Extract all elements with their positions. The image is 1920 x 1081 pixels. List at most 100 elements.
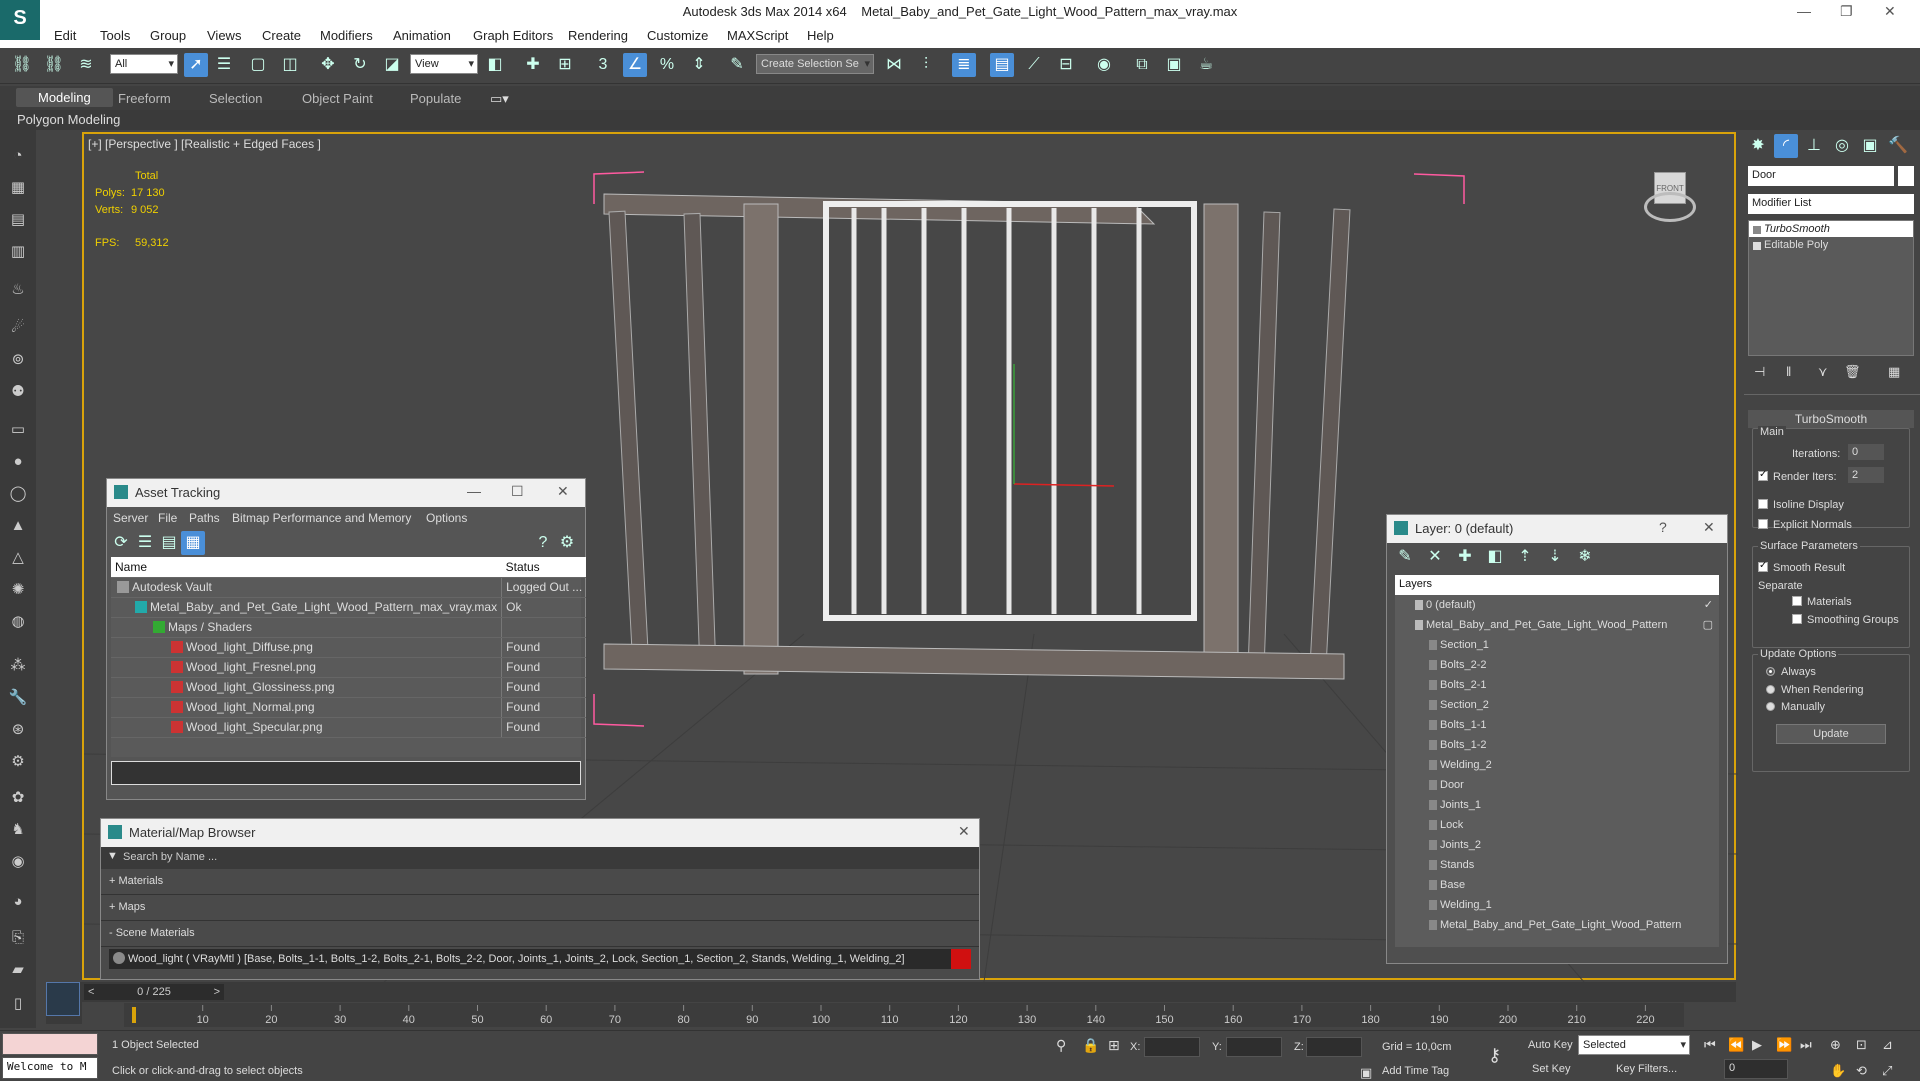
restore-icon[interactable]: ❐ xyxy=(1840,3,1853,20)
render-iters-checkbox[interactable] xyxy=(1758,469,1768,481)
scale-icon[interactable]: ◪ xyxy=(380,53,404,77)
maximize-viewport-icon[interactable]: ⤢ xyxy=(1882,1063,1892,1079)
list-item[interactable]: Joints_1 xyxy=(1395,795,1719,815)
filter-icon[interactable]: ▼ xyxy=(107,850,118,862)
asset-menu-options[interactable]: Options xyxy=(426,511,467,525)
create-tab-icon[interactable]: ✸ xyxy=(1746,134,1770,158)
plus-icon[interactable] xyxy=(1753,242,1761,250)
make-unique-icon[interactable]: ⋎ xyxy=(1818,364,1828,380)
link-icon[interactable]: ⛓ xyxy=(10,53,34,77)
render-iters-spinner[interactable]: 2 xyxy=(1848,467,1884,483)
scene-material-item[interactable]: Wood_light ( VRayMtl ) [Base, Bolts_1-1,… xyxy=(109,949,971,969)
goto-end-icon[interactable]: ⏭ xyxy=(1800,1037,1812,1053)
display-tab-icon[interactable]: ▣ xyxy=(1858,134,1882,158)
menu-tools[interactable]: Tools xyxy=(100,28,130,43)
table-row[interactable]: Maps / Shaders xyxy=(111,617,587,638)
hide-all-icon[interactable]: ⇣ xyxy=(1543,545,1567,569)
script-icon[interactable]: ⎘ xyxy=(6,926,30,950)
select-manipulate-icon[interactable]: ✚ xyxy=(521,53,545,77)
move-icon[interactable]: ✥ xyxy=(316,53,340,77)
object-name-field[interactable]: Door xyxy=(1748,166,1894,186)
schematic-view-icon[interactable]: ⊟ xyxy=(1054,53,1078,77)
helpers-icon[interactable]: ⚉ xyxy=(6,380,30,404)
viewport-layout-icon[interactable]: ◔ xyxy=(6,144,30,168)
cone-icon[interactable]: △ xyxy=(6,546,30,570)
maxscript-listener[interactable] xyxy=(2,1033,98,1055)
sphere-icon[interactable]: ● xyxy=(6,450,30,474)
viewport-label[interactable]: [+] [Perspective ] [Realistic + Edged Fa… xyxy=(88,137,321,151)
list-item[interactable]: Bolts_2-2 xyxy=(1395,655,1719,675)
asset-menu-paths[interactable]: Paths xyxy=(189,511,220,525)
mat-search-input[interactable]: Search by Name ... xyxy=(123,851,217,863)
utilities-tab-icon[interactable]: 🔨 xyxy=(1886,134,1910,158)
play-icon[interactable]: ▶ xyxy=(1752,1037,1762,1053)
table-row[interactable]: Wood_light_Normal.png Found xyxy=(111,697,587,718)
new-layer-icon[interactable]: ✎ xyxy=(1393,545,1417,569)
list-item[interactable]: Lock xyxy=(1395,815,1719,835)
angle-snap-icon[interactable]: ∠ xyxy=(623,53,647,77)
viewcube[interactable]: FRONT xyxy=(1644,172,1696,228)
rendered-frame-icon[interactable]: ▣ xyxy=(1162,53,1186,77)
named-selection-dropdown[interactable]: Create Selection Se xyxy=(756,54,874,74)
absolute-mode-icon[interactable]: ⊞ xyxy=(1108,1037,1120,1054)
list-item[interactable]: Bolts_1-1 xyxy=(1395,715,1719,735)
motion-tab-icon[interactable]: ◎ xyxy=(1830,134,1854,158)
mirror-icon[interactable]: ⋈ xyxy=(882,53,906,77)
select-layer-icon[interactable]: ◧ xyxy=(1483,545,1507,569)
track-bar[interactable]: 10 20 30 40 50 60 70 80 90 100 110 120 130 140 150 160 1… xyxy=(124,1003,1684,1027)
freeze-all-icon[interactable]: ❄ xyxy=(1573,545,1597,569)
asset-menu-bitmap[interactable]: Bitmap Performance and Memory xyxy=(232,511,411,525)
tab-freeform[interactable]: Freeform xyxy=(118,91,171,106)
key-icon[interactable]: ⚷ xyxy=(1488,1045,1501,1066)
table-row[interactable]: Autodesk Vault Logged Out ... xyxy=(111,577,587,598)
list-item[interactable]: Welding_2 xyxy=(1395,755,1719,775)
explicit-normals-checkbox[interactable]: Explicit Normals xyxy=(1758,519,1852,531)
orbit-icon[interactable]: ⟲ xyxy=(1856,1063,1867,1079)
particle-icon[interactable]: ⊛ xyxy=(6,718,30,742)
show-end-result-icon[interactable]: ‖ xyxy=(1786,364,1791,379)
list-item[interactable]: Metal_Baby_and_Pet_Gate_Light_Wood_Patte… xyxy=(1395,915,1719,935)
update-button[interactable]: Update xyxy=(1776,724,1886,744)
menu-create[interactable]: Create xyxy=(262,28,301,43)
pan-icon[interactable]: ✋ xyxy=(1830,1063,1846,1079)
list-item[interactable]: Metal_Baby_and_Pet_Gate_Light_Wood_Patte… xyxy=(1395,615,1719,635)
edit-named-selection-icon[interactable]: ✎ xyxy=(725,53,749,77)
refresh-icon[interactable]: ⟳ xyxy=(109,531,133,555)
globe-icon[interactable]: ◉ xyxy=(6,850,30,874)
mini-curve-editor-icon[interactable] xyxy=(46,982,80,1016)
list-item[interactable]: Bolts_2-1 xyxy=(1395,675,1719,695)
when-rendering-radio[interactable]: When Rendering xyxy=(1766,684,1864,696)
list-item[interactable]: Joints_2 xyxy=(1395,835,1719,855)
pyramid-icon[interactable]: ▲ xyxy=(6,514,30,538)
menu-maxscript[interactable]: MAXScript xyxy=(727,28,788,43)
polygon-modeling-label[interactable]: Polygon Modeling xyxy=(17,112,120,127)
percent-snap-icon[interactable]: % xyxy=(655,53,679,77)
menu-help[interactable]: Help xyxy=(807,28,834,43)
sun-icon[interactable]: ✺ xyxy=(6,578,30,602)
asset-path-field[interactable] xyxy=(111,761,581,785)
z-coord-field[interactable] xyxy=(1306,1037,1362,1057)
list-item[interactable]: Section_1 xyxy=(1395,635,1719,655)
help-icon[interactable]: ? xyxy=(531,531,555,555)
grid-view-icon[interactable]: ▦ xyxy=(181,531,205,555)
list-item[interactable]: Welding_1 xyxy=(1395,895,1719,915)
menu-group[interactable]: Group xyxy=(150,28,186,43)
scene-explorer-icon[interactable]: ▦ xyxy=(6,176,30,200)
time-slider-thumb[interactable]: <0 / 225 > xyxy=(84,984,224,1000)
fov-icon[interactable]: ⊿ xyxy=(1882,1037,1893,1053)
lights-icon[interactable]: ☄ xyxy=(6,316,30,340)
select-object-icon[interactable]: ➚ xyxy=(184,53,208,77)
display-icon[interactable]: ▯ xyxy=(6,992,30,1016)
plant-icon[interactable]: ✿ xyxy=(6,786,30,810)
material-editor-icon[interactable]: ◉ xyxy=(1092,53,1116,77)
zoom-icon[interactable]: ⊕ xyxy=(1830,1037,1841,1053)
modifier-list-dropdown[interactable]: Modifier List xyxy=(1748,194,1914,214)
current-frame-field[interactable]: 0 xyxy=(1724,1059,1788,1079)
asset-menu-server[interactable]: Server xyxy=(113,511,148,525)
grid-icon[interactable]: ▥ xyxy=(6,240,30,264)
table-row[interactable]: Wood_light_Fresnel.png Found xyxy=(111,657,587,678)
list-item[interactable]: Base xyxy=(1395,875,1719,895)
materials-checkbox[interactable]: Materials xyxy=(1792,596,1852,608)
material-sphere-icon[interactable]: ◍ xyxy=(6,610,30,634)
maximize-icon[interactable]: ☐ xyxy=(511,483,524,500)
